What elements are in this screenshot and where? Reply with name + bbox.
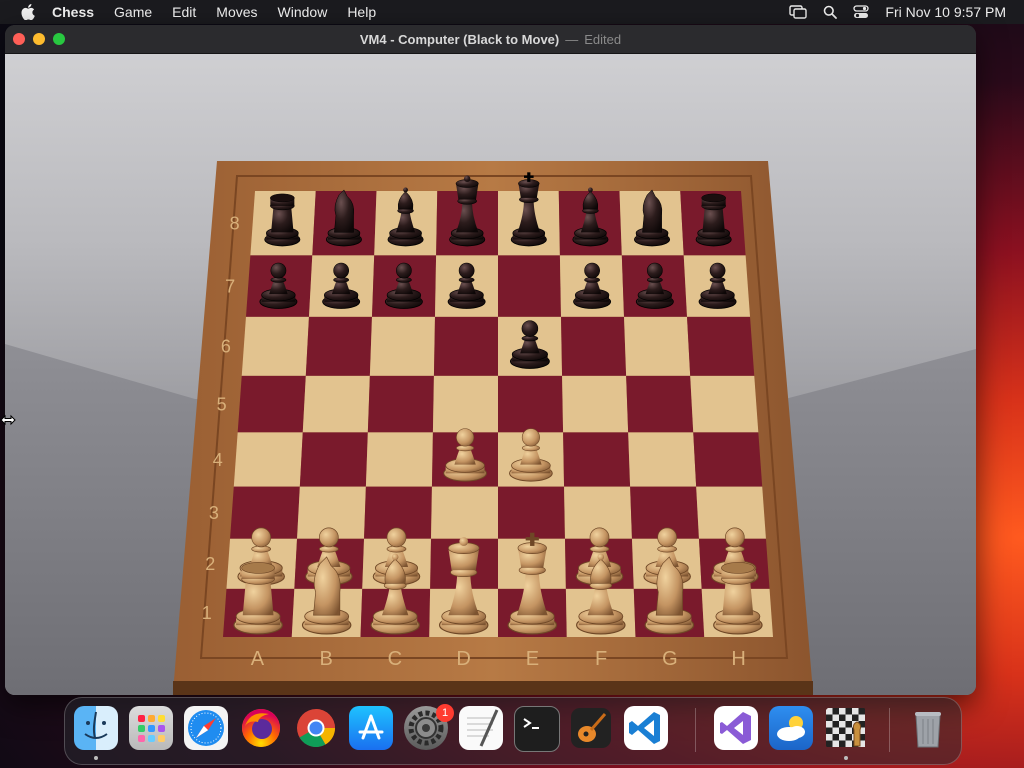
resize-cursor-icon: [0, 413, 16, 426]
display-mirroring-icon[interactable]: [789, 5, 808, 19]
menubar-clock[interactable]: Fri Nov 10 9:57 PM: [885, 4, 1006, 20]
rank-label: 2: [205, 554, 215, 574]
chess-running-dot: [844, 756, 848, 760]
board-square-h4[interactable]: [693, 432, 763, 487]
rank-label: 3: [209, 503, 219, 523]
board-square-d3[interactable]: [431, 486, 498, 539]
system-settings-badge: 1: [436, 704, 454, 722]
apple-menu-icon[interactable]: [18, 2, 38, 22]
window-title: VM4 - Computer (Black to Move): [359, 31, 560, 47]
menu-moves[interactable]: Moves: [216, 4, 257, 20]
chess-window: VM4 - Computer (Black to Move) — Edited: [5, 25, 976, 695]
dock-divider: [695, 708, 696, 752]
board-square-a5[interactable]: [237, 375, 306, 433]
visual-studio-icon[interactable]: [714, 706, 758, 750]
file-label: G: [662, 648, 678, 670]
board-square-g5[interactable]: [626, 375, 694, 433]
board-square-g6[interactable]: [624, 316, 691, 376]
board-square-f4[interactable]: [563, 432, 631, 487]
board-square-a6[interactable]: [241, 316, 309, 376]
control-center-icon[interactable]: [853, 5, 870, 19]
window-titlebar[interactable]: VM4 - Computer (Black to Move) — Edited: [5, 25, 976, 54]
menu-window[interactable]: Window: [278, 4, 328, 20]
board-square-f6[interactable]: [561, 316, 627, 376]
chess-board-3d[interactable]: 8 7 6 5 4 3 2 1 A B C D E F G H: [5, 54, 976, 695]
menu-app-chess[interactable]: Chess: [52, 4, 94, 20]
vscode-icon[interactable]: [624, 706, 668, 750]
rank-label: 7: [225, 276, 235, 296]
window-close-button[interactable]: [13, 33, 25, 45]
rank-label: 8: [230, 214, 240, 234]
file-label: F: [595, 648, 607, 670]
trash-icon[interactable]: [906, 706, 950, 750]
menu-game[interactable]: Game: [114, 4, 152, 20]
weather-icon[interactable]: [769, 706, 813, 750]
title-separator: —: [565, 31, 579, 47]
board-square-e7[interactable]: [498, 255, 562, 317]
terminal-icon[interactable]: [514, 706, 560, 752]
board-square-h5[interactable]: [690, 375, 759, 433]
spotlight-search-icon[interactable]: [823, 5, 838, 19]
file-label: C: [388, 648, 402, 670]
board-square-d6[interactable]: [433, 316, 498, 376]
rank-label: 5: [217, 394, 227, 414]
window-minimize-button[interactable]: [33, 33, 45, 45]
menu-help[interactable]: Help: [347, 4, 376, 20]
textedit-icon[interactable]: [459, 706, 503, 750]
board-square-c6[interactable]: [369, 316, 435, 376]
finder-running-dot: [94, 756, 98, 760]
board-square-c5[interactable]: [367, 375, 434, 433]
board-square-c4[interactable]: [365, 432, 433, 487]
app-store-icon[interactable]: [349, 706, 393, 750]
title-edited-label: Edited: [584, 31, 622, 47]
file-label: A: [251, 648, 265, 670]
firefox-icon[interactable]: [239, 706, 283, 750]
rank-label: 6: [221, 337, 231, 357]
garageband-icon[interactable]: [569, 706, 613, 750]
launchpad-icon[interactable]: [129, 706, 173, 750]
dock-divider-trash: [889, 708, 890, 752]
chrome-icon[interactable]: [294, 706, 338, 750]
board-square-d5[interactable]: [432, 375, 498, 433]
board-square-a4[interactable]: [233, 432, 303, 487]
board-frame-edge: [173, 681, 813, 695]
board-square-e5[interactable]: [498, 375, 564, 433]
finder-icon[interactable]: [74, 706, 118, 750]
system-settings-icon[interactable]: 1: [404, 704, 454, 750]
dock: 1: [64, 697, 962, 765]
chess-icon[interactable]: [824, 706, 868, 750]
safari-icon[interactable]: [184, 706, 228, 750]
board-scene[interactable]: 8 7 6 5 4 3 2 1 A B C D E F G H: [5, 54, 976, 695]
file-label: D: [456, 648, 470, 670]
menu-edit[interactable]: Edit: [172, 4, 196, 20]
file-label: B: [319, 648, 332, 670]
board-square-h6[interactable]: [687, 316, 755, 376]
rank-label: 4: [213, 450, 223, 470]
board-square-b6[interactable]: [305, 316, 372, 376]
board-square-g4[interactable]: [628, 432, 697, 487]
menu-bar: Chess Game Edit Moves Window Help Fri No…: [0, 0, 1024, 24]
board-square-f5[interactable]: [562, 375, 629, 433]
file-label: H: [731, 648, 745, 670]
board-square-b4[interactable]: [299, 432, 368, 487]
file-label: E: [526, 648, 539, 670]
window-zoom-button[interactable]: [53, 33, 65, 45]
board-square-b5[interactable]: [302, 375, 370, 433]
rank-label: 1: [202, 603, 212, 623]
board-square-e3[interactable]: [498, 486, 565, 539]
